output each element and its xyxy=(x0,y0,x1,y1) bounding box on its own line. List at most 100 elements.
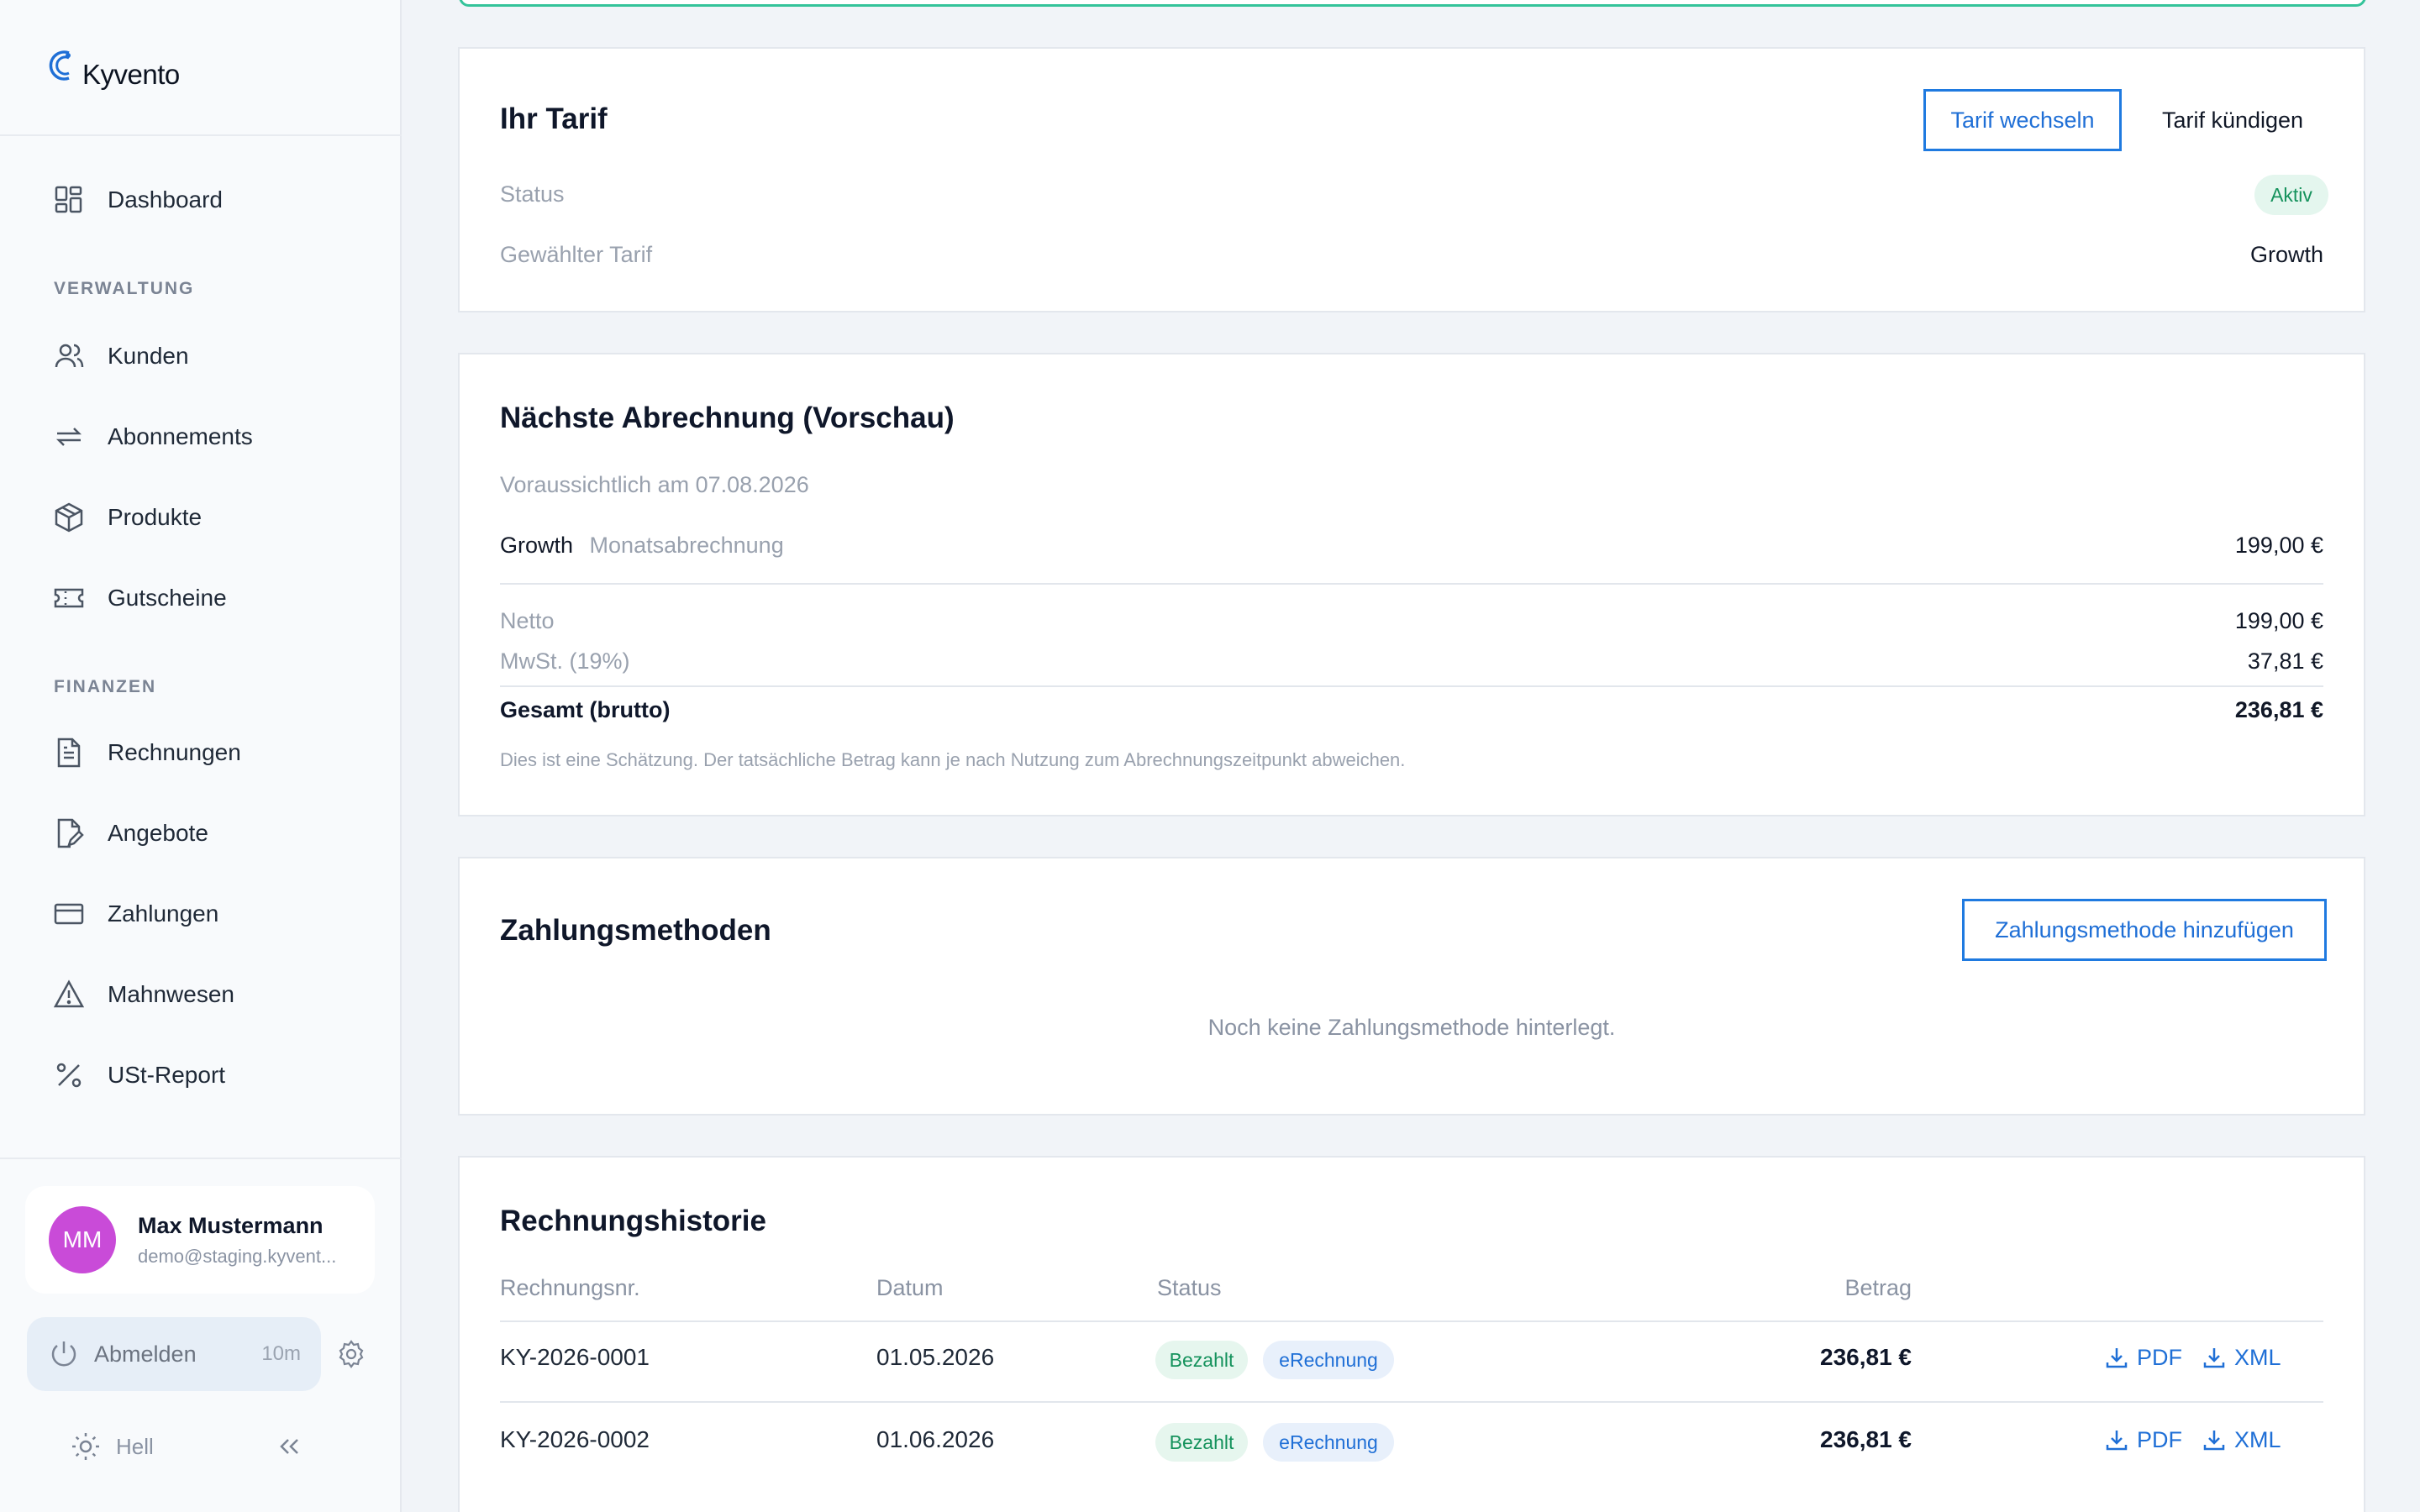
pdf-label: PDF xyxy=(2137,1344,2182,1370)
xml-label: XML xyxy=(2234,1426,2281,1452)
xml-label: XML xyxy=(2234,1344,2281,1370)
ticket-icon xyxy=(54,588,84,608)
download-xml-link[interactable]: XML xyxy=(2201,1344,2281,1371)
download-icon xyxy=(2106,1348,2128,1368)
sidebar-item-gutscheine[interactable]: Gutscheine xyxy=(52,578,371,618)
invoice-amount: 236,81 € xyxy=(1820,1344,1912,1370)
gear-icon[interactable] xyxy=(336,1339,366,1369)
invoice-date: 01.06.2026 xyxy=(876,1426,995,1452)
download-icon xyxy=(2203,1431,2225,1451)
sidebar-item-label: Mahnwesen xyxy=(108,981,234,1007)
cancel-tariff-button[interactable]: Tarif kündigen xyxy=(2140,89,2325,151)
sidebar-item-angebote[interactable]: Angebote xyxy=(52,813,371,853)
download-pdf-link[interactable]: PDF xyxy=(2103,1344,2182,1371)
sidebar-item-label: Gutscheine xyxy=(108,585,227,611)
invoice-amount: 236,81 € xyxy=(1820,1426,1912,1452)
line-item: Growth Monatsabrechnung xyxy=(500,533,784,559)
payment-methods-card: Zahlungsmethoden Zahlungsmethode hinzufü… xyxy=(458,857,2365,1116)
logout-label: Abmelden xyxy=(94,1341,197,1367)
percent-icon xyxy=(56,1063,82,1088)
kyvento-logo[interactable]: Kyvento xyxy=(44,42,180,96)
logout-button[interactable]: Abmelden 10m xyxy=(27,1317,321,1391)
column-header-amount: Betrag xyxy=(1844,1275,1912,1300)
invoice-history-card: Rechnungshistorie Rechnungsnr. Datum Sta… xyxy=(458,1156,2365,1512)
sidebar-item-mahnwesen[interactable]: Mahnwesen xyxy=(52,974,371,1015)
repeat-icon xyxy=(55,428,82,446)
change-tariff-button[interactable]: Tarif wechseln xyxy=(1923,89,2122,151)
payment-methods-title: Zahlungsmethoden xyxy=(500,914,771,947)
invoice-history-title: Rechnungshistorie xyxy=(500,1205,766,1237)
plan-label: Gewählter Tarif xyxy=(500,242,653,267)
net-value: 199,00 € xyxy=(2234,608,2323,633)
section-heading-admin: VERWALTUNG xyxy=(54,279,195,298)
tariff-card: Ihr Tarif Tarif wechseln Tarif kündigen … xyxy=(458,47,2365,312)
sidebar-item-dashboard[interactable]: Dashboard xyxy=(52,180,371,220)
user-info: Max Mustermann demo@staging.kyvent... xyxy=(138,1213,336,1268)
sidebar-item-label: Dashboard xyxy=(108,186,223,213)
download-icon xyxy=(2106,1431,2128,1451)
empty-state-text: Noch keine Zahlungsmethode hinterlegt. xyxy=(1207,1015,1616,1040)
dashboard-icon xyxy=(55,186,82,213)
theme-label: Hell xyxy=(116,1433,154,1459)
status-badge-paid: Bezahlt xyxy=(1155,1341,1248,1379)
line-item-desc: Monatsabrechnung xyxy=(589,533,784,558)
logo-text: Kyvento xyxy=(82,59,180,90)
sun-icon xyxy=(72,1433,99,1460)
next-invoice-title: Nächste Abrechnung (Vorschau) xyxy=(500,402,955,434)
sidebar-item-label: Kunden xyxy=(108,343,189,369)
warning-icon xyxy=(53,979,85,1008)
sidebar-item-ust-report[interactable]: USt-Report xyxy=(52,1055,371,1095)
download-xml-link[interactable]: XML xyxy=(2201,1426,2281,1453)
chevrons-left-icon[interactable] xyxy=(274,1431,304,1462)
invoice-number: KY-2026-0001 xyxy=(500,1344,650,1370)
erechnung-badge: eRechnung xyxy=(1263,1423,1394,1462)
sidebar-item-label: Angebote xyxy=(108,820,208,846)
estimate-note: Dies ist eine Schätzung. Der tatsächlich… xyxy=(500,749,1406,770)
line-item-name: Growth xyxy=(500,533,574,558)
total-value: 236,81 € xyxy=(2234,697,2323,722)
next-invoice-card: Nächste Abrechnung (Vorschau) Voraussich… xyxy=(458,353,2365,816)
credit-card-icon xyxy=(54,903,84,925)
sidebar-item-kunden[interactable]: Kunden xyxy=(52,336,371,376)
status-badge: Aktiv xyxy=(2254,175,2328,215)
download-pdf-link[interactable]: PDF xyxy=(2103,1426,2182,1453)
document-edit-icon xyxy=(57,818,84,848)
download-icon xyxy=(2203,1348,2225,1368)
user-email: demo@staging.kyvent... xyxy=(138,1245,337,1267)
users-icon xyxy=(55,344,84,368)
user-name: Max Mustermann xyxy=(138,1212,324,1238)
power-icon xyxy=(51,1341,76,1367)
box-icon xyxy=(55,502,83,533)
invoice-date: 01.05.2026 xyxy=(876,1344,995,1370)
add-payment-method-button[interactable]: Zahlungsmethode hinzufügen xyxy=(1962,899,2327,961)
net-label: Netto xyxy=(500,608,555,633)
user-card[interactable]: MM Max Mustermann demo@staging.kyvent... xyxy=(25,1186,375,1294)
pdf-label: PDF xyxy=(2137,1426,2182,1452)
theme-toggle[interactable]: Hell xyxy=(69,1430,154,1463)
avatar: MM xyxy=(49,1206,116,1273)
document-icon xyxy=(57,738,81,768)
sidebar-item-abonnements[interactable]: Abonnements xyxy=(52,417,371,457)
tariff-title: Ihr Tarif xyxy=(500,102,608,135)
status-badge-paid: Bezahlt xyxy=(1155,1423,1248,1462)
sidebar-item-rechnungen[interactable]: Rechnungen xyxy=(52,732,371,773)
sidebar-item-label: Rechnungen xyxy=(108,739,241,765)
sidebar-divider xyxy=(0,1158,402,1159)
divider xyxy=(500,583,2323,585)
logo-icon xyxy=(49,50,71,81)
invoice-number: KY-2026-0002 xyxy=(500,1426,650,1452)
status-label: Status xyxy=(500,181,565,207)
sidebar-item-label: USt-Report xyxy=(108,1062,226,1088)
expected-date: Voraussichtlich am 07.08.2026 xyxy=(500,472,809,497)
erechnung-badge: eRechnung xyxy=(1263,1341,1394,1379)
column-header-date: Datum xyxy=(876,1275,944,1300)
sidebar-item-label: Abonnements xyxy=(108,423,253,449)
vat-label: MwSt. (19%) xyxy=(500,648,630,674)
session-timer: 10m xyxy=(261,1342,301,1365)
sidebar-item-zahlungen[interactable]: Zahlungen xyxy=(52,894,371,934)
vat-value: 37,81 € xyxy=(2247,648,2323,674)
sidebar-divider xyxy=(0,134,402,136)
sidebar-item-label: Produkte xyxy=(108,504,203,530)
table-header-divider xyxy=(500,1320,2323,1322)
sidebar-item-produkte[interactable]: Produkte xyxy=(52,497,371,538)
